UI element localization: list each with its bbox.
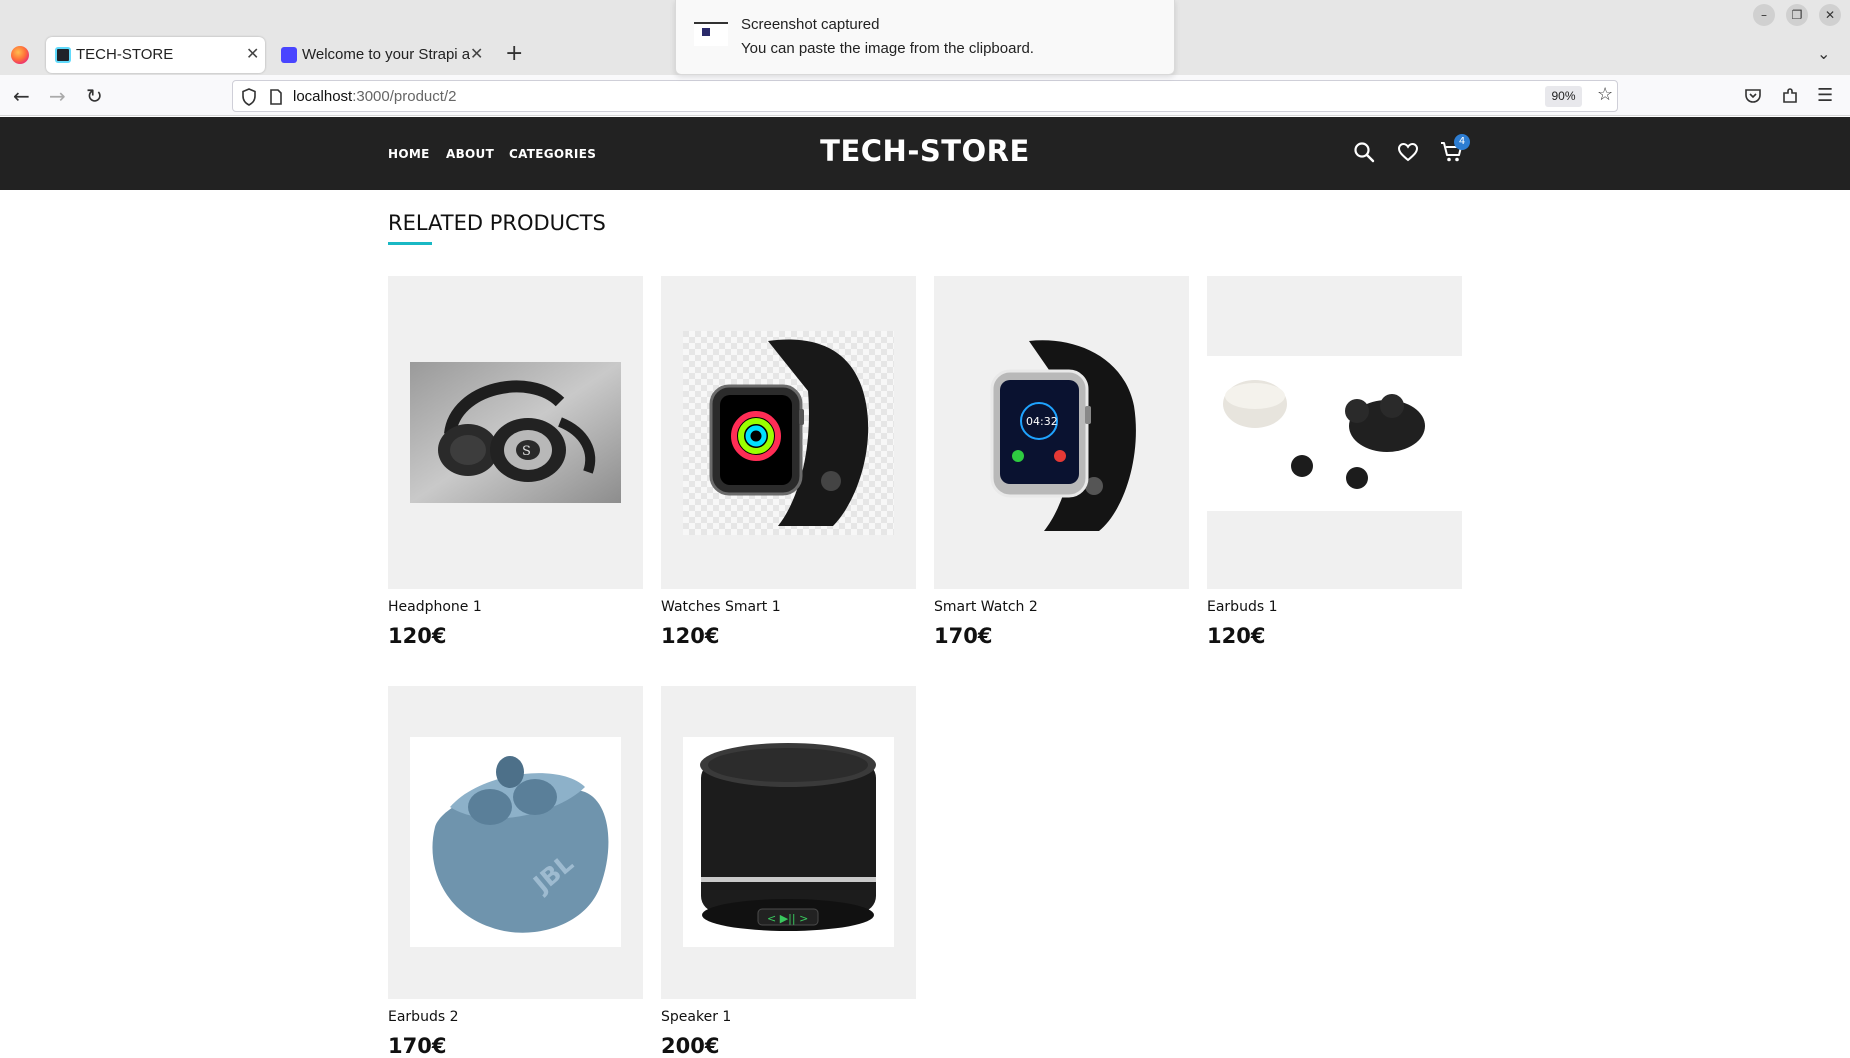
cart-count-badge: 4 (1454, 134, 1470, 150)
tab-strapi[interactable]: Welcome to your Strapi a ✕ (272, 37, 487, 73)
product-price: 120€ (661, 624, 720, 648)
url-host: localhost (293, 88, 353, 105)
product-image-smartwatch[interactable]: 04:32 (934, 276, 1189, 589)
product-image-earbuds[interactable]: JBL (388, 686, 643, 999)
tab-label: Welcome to your Strapi a (302, 46, 470, 63)
react-favicon-icon (55, 47, 71, 63)
hamburger-menu-icon[interactable]: ☰ (1817, 84, 1833, 108)
product-name[interactable]: Headphone 1 (388, 599, 482, 615)
notification-body: You can paste the image from the clipboa… (741, 40, 1034, 57)
wishlist-heart-icon[interactable] (1397, 141, 1419, 163)
site-brand-logo[interactable]: TECH-STORE (0, 134, 1850, 168)
notification-title: Screenshot captured (741, 16, 880, 33)
svg-text:S: S (522, 444, 531, 459)
site-header: HOME ABOUT CATEGORIES TECH-STORE 4 (0, 117, 1850, 190)
product-name[interactable]: Watches Smart 1 (661, 599, 781, 615)
product-image-speaker[interactable]: < ▶|| > (661, 686, 916, 999)
list-all-tabs-chevron-icon[interactable]: ⌄ (1817, 44, 1830, 63)
close-window-button[interactable]: ✕ (1819, 4, 1841, 26)
close-tab-icon[interactable]: ✕ (246, 44, 259, 64)
heading-accent-underline (388, 242, 432, 245)
svg-text:< ▶|| >: < ▶|| > (767, 912, 808, 925)
firefox-logo-icon[interactable] (11, 46, 29, 64)
strapi-favicon-icon (281, 47, 297, 63)
tab-label: TECH-STORE (76, 46, 174, 63)
product-name[interactable]: Speaker 1 (661, 1009, 731, 1025)
address-bar[interactable]: localhost:3000/product/2 90% ☆ (232, 80, 1618, 112)
product-price: 200€ (661, 1034, 720, 1058)
product-price: 120€ (388, 624, 447, 648)
related-products-heading: RELATED PRODUCTS (388, 211, 606, 235)
screenshot-thumbnail-icon (694, 22, 728, 46)
product-image-earbuds[interactable] (1207, 276, 1462, 589)
zoom-level-badge[interactable]: 90% (1545, 86, 1582, 107)
product-name[interactable]: Smart Watch 2 (934, 599, 1038, 615)
new-tab-button[interactable]: + (505, 41, 523, 66)
product-name[interactable]: Earbuds 2 (388, 1009, 458, 1025)
close-tab-icon[interactable]: ✕ (470, 44, 483, 64)
url-path: :3000/product/2 (352, 88, 457, 105)
reload-icon[interactable]: ↻ (86, 84, 103, 108)
svg-text:04:32: 04:32 (1026, 415, 1058, 428)
shield-icon[interactable] (241, 88, 257, 106)
product-image-smartwatch[interactable] (661, 276, 916, 589)
bookmark-star-icon[interactable]: ☆ (1597, 84, 1613, 105)
page-info-icon[interactable] (269, 89, 283, 105)
extensions-puzzle-icon[interactable] (1781, 87, 1799, 105)
pocket-icon[interactable] (1744, 87, 1762, 105)
search-icon[interactable] (1353, 141, 1375, 163)
minimize-window-button[interactable]: – (1753, 4, 1775, 26)
tab-tech-store[interactable]: TECH-STORE ✕ (46, 37, 265, 73)
product-price: 120€ (1207, 624, 1266, 648)
product-price: 170€ (934, 624, 993, 648)
back-arrow-icon[interactable]: ← (13, 84, 30, 108)
product-price: 170€ (388, 1034, 447, 1058)
product-name[interactable]: Earbuds 1 (1207, 599, 1277, 615)
forward-arrow-icon[interactable]: → (49, 84, 66, 108)
product-image-headphones[interactable]: S (388, 276, 643, 589)
screenshot-notification: Screenshot captured You can paste the im… (675, 0, 1175, 75)
restore-window-button[interactable]: ❐ (1786, 4, 1808, 26)
url-text: localhost:3000/product/2 (293, 88, 456, 105)
